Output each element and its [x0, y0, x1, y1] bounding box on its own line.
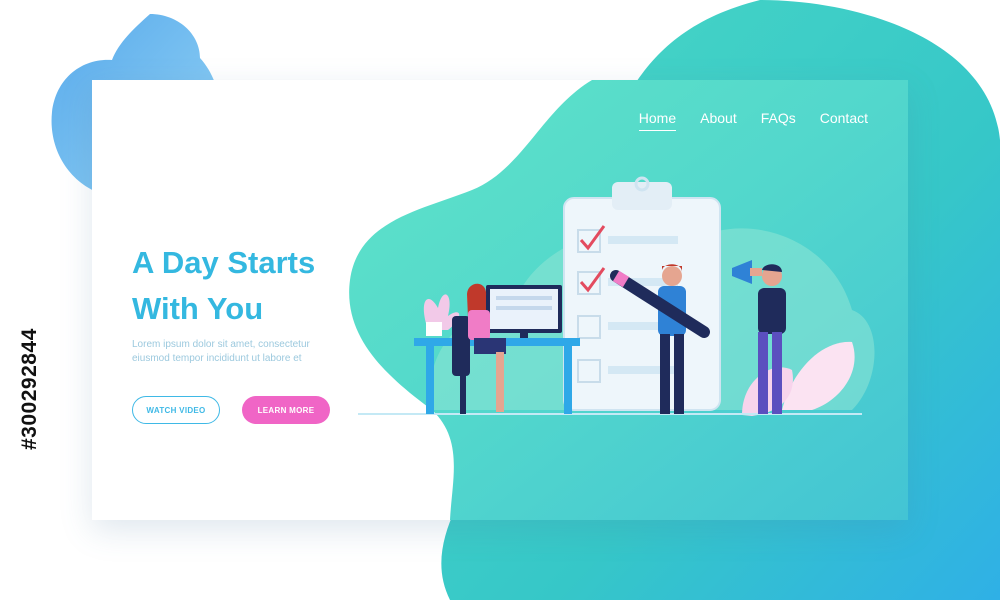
hero-title: A Day Starts With You [132, 240, 392, 332]
stock-id-label: #300292844 [18, 328, 41, 450]
hero-title-line1: A Day Starts [132, 245, 316, 280]
nav-faqs-link[interactable]: FAQs [761, 110, 796, 131]
nav-about-link[interactable]: About [700, 110, 737, 131]
hero-title-line2: With You [132, 291, 264, 326]
landing-card: Home About FAQs Contact A Day Starts Wit… [92, 80, 908, 520]
watch-video-button[interactable]: WATCH VIDEO [132, 396, 220, 424]
learn-more-button[interactable]: LEARN MORE [242, 396, 330, 424]
nav-home-link[interactable]: Home [638, 110, 677, 131]
nav-contact-link[interactable]: Contact [820, 110, 868, 131]
hero-description: Lorem ipsum dolor sit amet, consectetur … [132, 339, 310, 364]
top-nav: Home About FAQs Contact [638, 110, 868, 131]
